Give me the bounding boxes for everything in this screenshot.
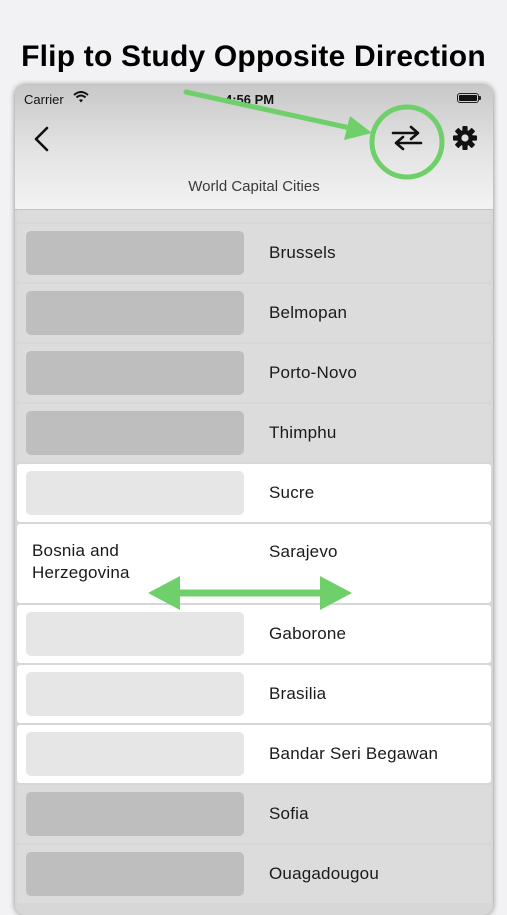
- clock: 4:56 PM: [225, 92, 275, 107]
- capital-label: Porto-Novo: [269, 363, 357, 382]
- gear-icon[interactable]: [452, 125, 478, 151]
- hidden-answer-cover[interactable]: [26, 672, 244, 716]
- capital-label: Sarajevo: [269, 542, 338, 561]
- flashcard-row[interactable]: Gaborone: [17, 605, 491, 663]
- hidden-answer-cover[interactable]: [26, 792, 244, 836]
- headline: Flip to Study Opposite Direction: [21, 40, 486, 73]
- capital-label: Belmopan: [269, 303, 348, 322]
- battery-icon: [457, 93, 481, 103]
- flashcard-row[interactable]: Brasilia: [17, 665, 491, 723]
- capital-label: Thimphu: [269, 423, 337, 442]
- hidden-answer-cover[interactable]: [26, 471, 244, 515]
- chevron-left-icon[interactable]: [30, 125, 54, 153]
- flashcard-list[interactable]: MinskBrusselsBelmopanPorto-NovoThimphuSu…: [15, 164, 493, 905]
- capital-label: Brasilia: [269, 684, 327, 703]
- flashcard-row[interactable]: Bandar Seri Begawan: [17, 725, 491, 783]
- flashcard-row[interactable]: Porto-Novo: [17, 344, 491, 402]
- hidden-answer-cover[interactable]: [26, 612, 244, 656]
- swap-arrows-icon[interactable]: [390, 123, 424, 153]
- flashcard-row[interactable]: Sucre: [17, 464, 491, 522]
- flashcard-row[interactable]: Thimphu: [17, 404, 491, 462]
- capital-label: Bandar Seri Begawan: [269, 744, 439, 763]
- navigation-bar: Carrier 4:56 PM World Capital Cities: [15, 85, 493, 210]
- hidden-answer-cover[interactable]: [26, 852, 244, 896]
- nav-title: World Capital Cities: [188, 178, 320, 195]
- wifi-icon: [73, 91, 89, 103]
- carrier-label: Carrier: [24, 92, 64, 107]
- hidden-answer-cover[interactable]: [26, 411, 244, 455]
- capital-label: Sofia: [269, 804, 309, 823]
- flashcard-row[interactable]: Brussels: [17, 224, 491, 282]
- hidden-answer-cover[interactable]: [26, 291, 244, 335]
- hidden-answer-cover[interactable]: [26, 231, 244, 275]
- capital-label: Gaborone: [269, 624, 347, 643]
- flashcard-row[interactable]: Belmopan: [17, 284, 491, 342]
- country-label: Bosnia and Herzegovina: [32, 541, 130, 582]
- hidden-answer-cover[interactable]: [26, 732, 244, 776]
- flashcard-row[interactable]: Bosnia and Herzegovina Sarajevo: [17, 524, 491, 603]
- phone-screen: MinskBrusselsBelmopanPorto-NovoThimphuSu…: [15, 85, 493, 915]
- hidden-answer-cover[interactable]: [26, 351, 244, 395]
- capital-label: Sucre: [269, 483, 315, 502]
- flashcard-row[interactable]: Ouagadougou: [17, 845, 491, 903]
- flashcard-row[interactable]: Sofia: [17, 785, 491, 843]
- status-bar: Carrier 4:56 PM: [15, 85, 493, 111]
- capital-label: Ouagadougou: [269, 864, 379, 883]
- capital-label: Brussels: [269, 243, 336, 262]
